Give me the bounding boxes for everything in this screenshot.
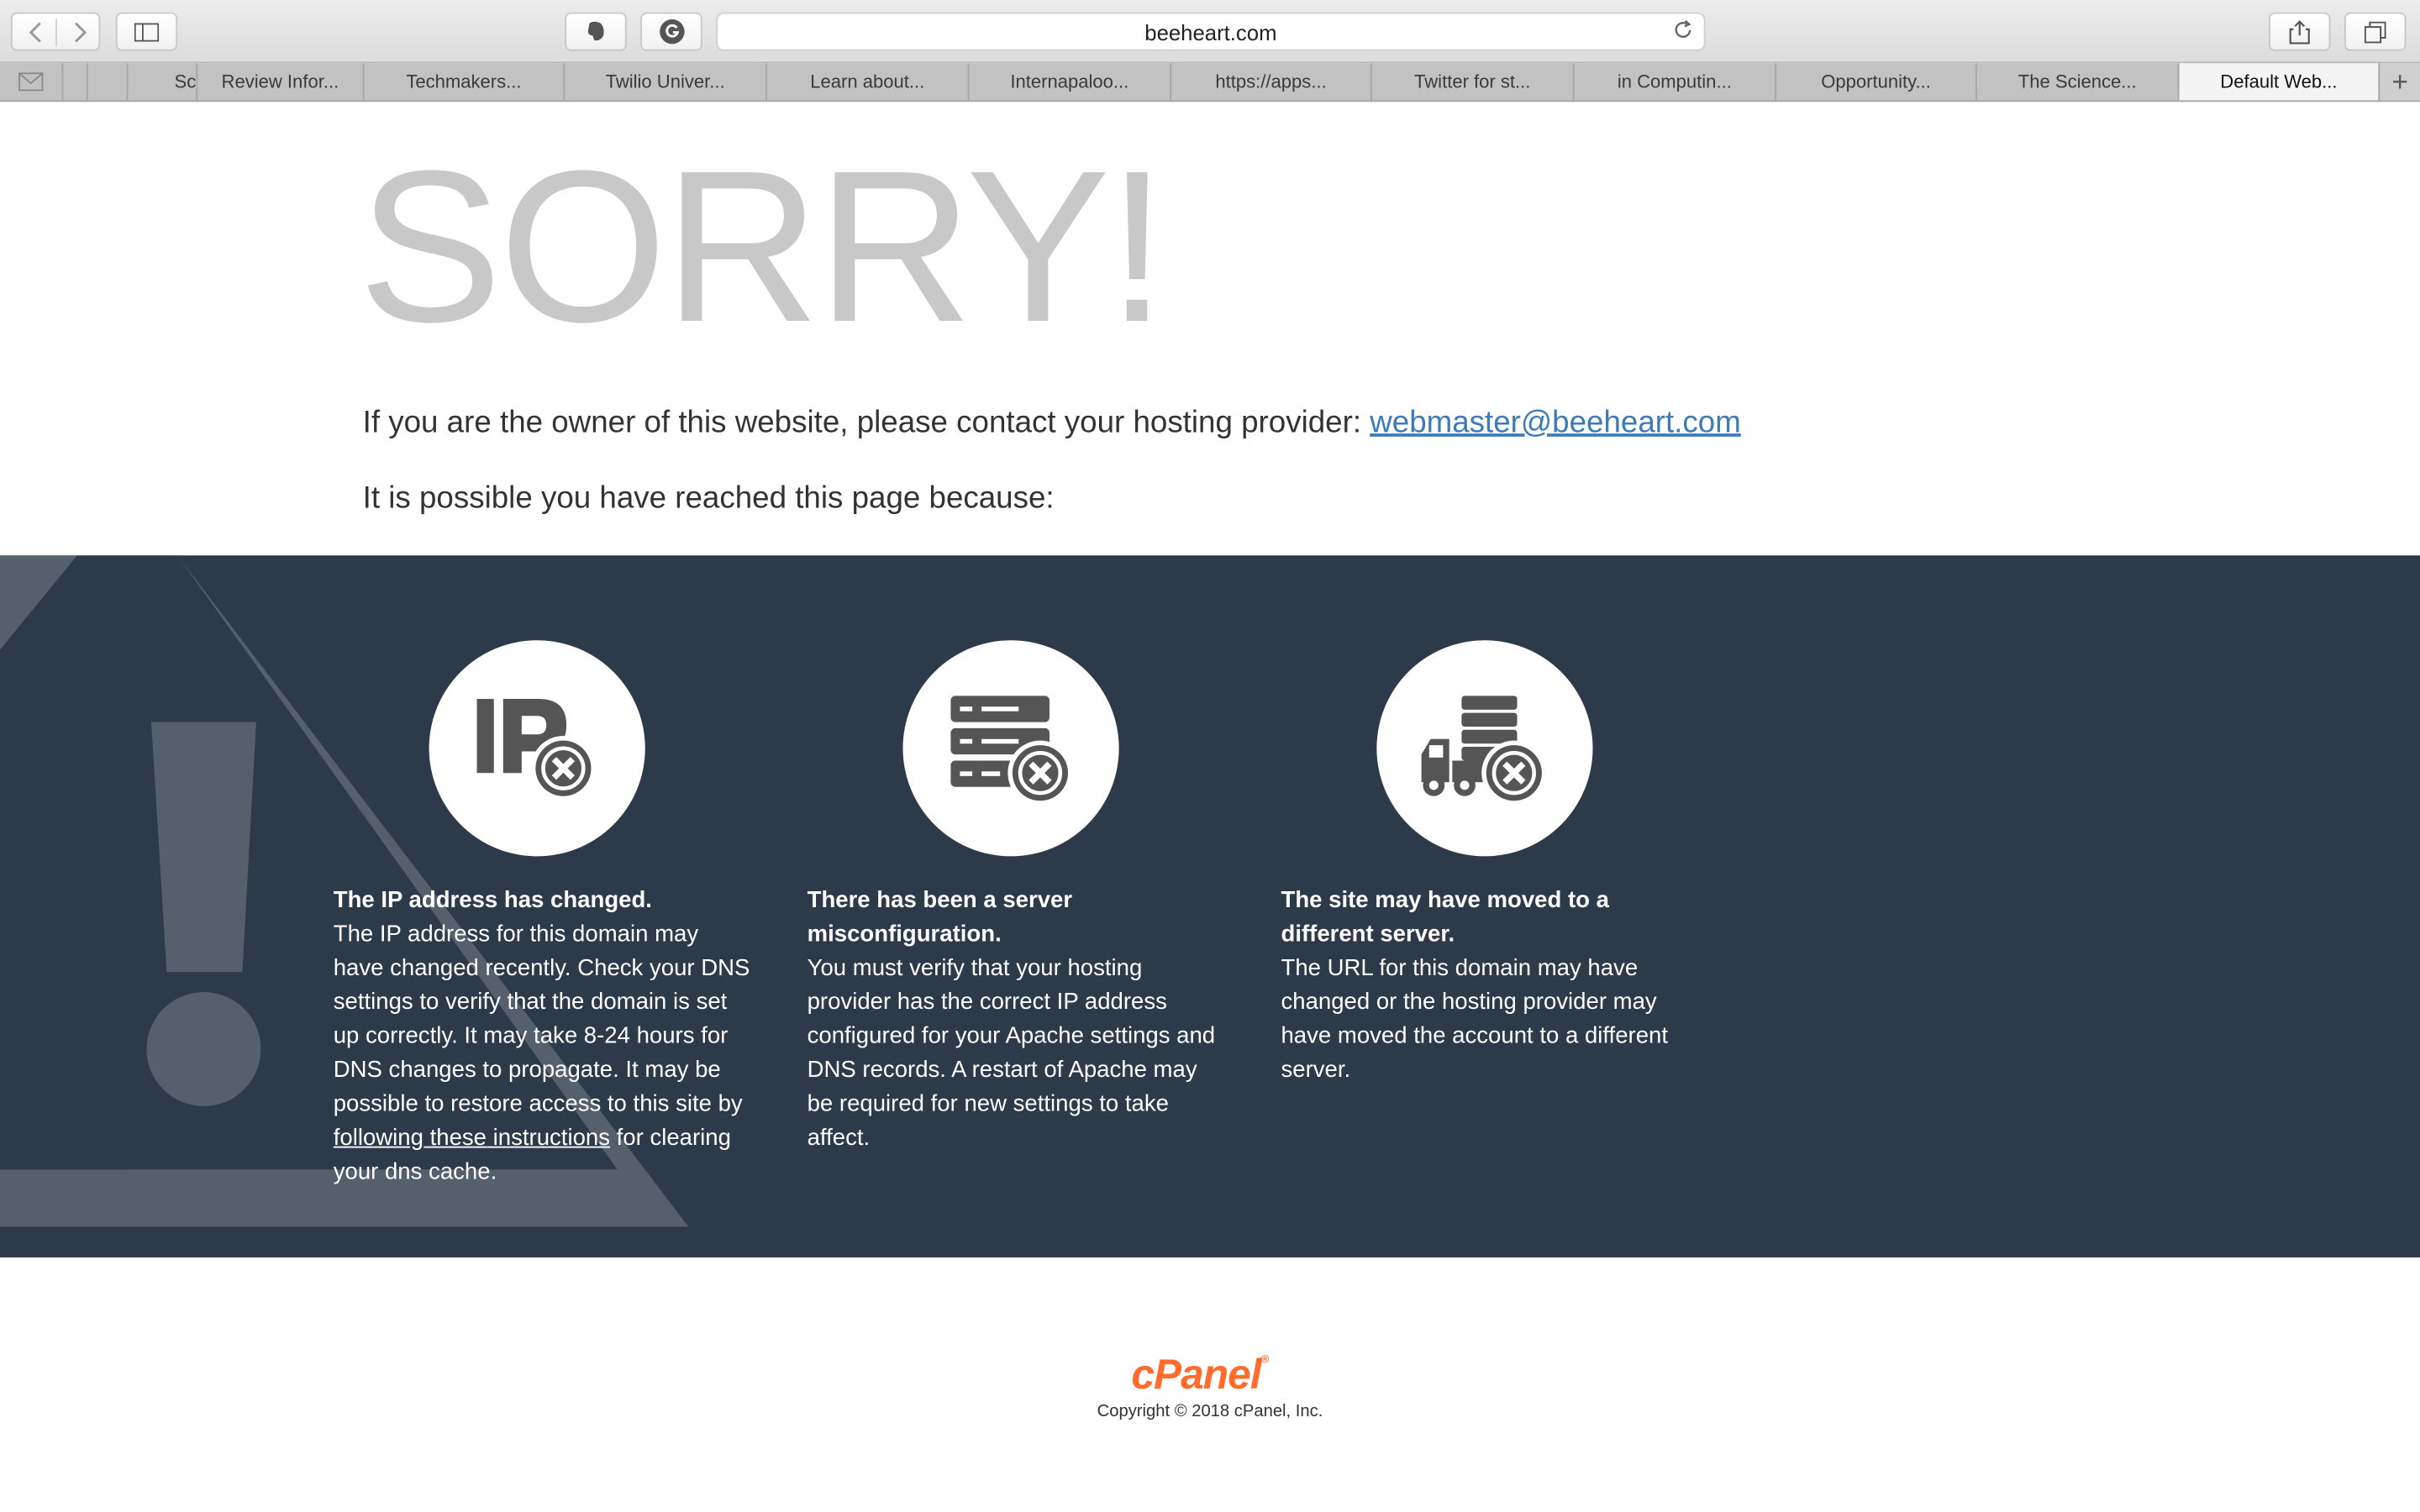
tab[interactable]: Twilio Univer...: [563, 63, 765, 101]
dns-cache-instructions-link[interactable]: following these instructions: [334, 1125, 610, 1151]
reason-title: There has been a server misconfiguration…: [807, 887, 1073, 948]
server-error-icon: [902, 640, 1119, 857]
tab-label: in Computin...: [1617, 71, 1732, 93]
tab-label: Default Web...: [2220, 71, 2338, 93]
tab-label: Opportunity...: [1821, 71, 1931, 93]
tab-label: Learn about...: [810, 71, 925, 93]
reason-body: You must verify that your hosting provid…: [807, 954, 1216, 1152]
ip-error-icon: [429, 640, 645, 857]
webmaster-email-link[interactable]: webmaster@beeheart.com: [1370, 406, 1741, 439]
reason-body: The URL for this domain may have changed…: [1281, 954, 1669, 1084]
reason-moved-server: The site may have moved to a different s…: [1281, 640, 1697, 1088]
share-button[interactable]: [2268, 12, 2331, 51]
reason-ip-changed: The IP address has changed. The IP addre…: [334, 640, 750, 1189]
moved-server-icon: [1376, 640, 1593, 857]
tab-label: Review Infor...: [221, 71, 339, 93]
tab-bar: Sc Review Infor... Techmakers... Twilio …: [0, 63, 2420, 102]
reason-title: The site may have moved to a different s…: [1281, 887, 1609, 948]
page-headline: SORRY!: [358, 124, 1167, 368]
chevron-right-icon: [74, 21, 87, 42]
tab[interactable]: Techmakers...: [362, 63, 564, 101]
cpanel-logo[interactable]: cPanel®: [1131, 1352, 1269, 1399]
tab-active[interactable]: Default Web...: [2177, 63, 2379, 101]
reason-body: The IP address for this domain may have …: [333, 921, 750, 1185]
copyright-text: Copyright © 2018 cPanel, Inc.: [1097, 1402, 1323, 1421]
reload-button[interactable]: [1671, 18, 1695, 46]
tab-pinned-mail[interactable]: [0, 63, 61, 100]
tab-overview-button[interactable]: [2344, 12, 2407, 51]
tab-label: Twitter for st...: [1414, 71, 1531, 93]
reasons-panel: The IP address has changed. The IP addre…: [0, 555, 2420, 1257]
owner-message: If you are the owner of this website, pl…: [363, 406, 1741, 441]
new-tab-button[interactable]: +: [2378, 63, 2420, 101]
tab-label: Techmakers...: [406, 71, 522, 93]
back-button[interactable]: [13, 14, 57, 50]
tab[interactable]: Sc: [126, 63, 197, 101]
share-icon: [2289, 19, 2310, 44]
reason-title: The IP address has changed.: [333, 887, 652, 914]
tab[interactable]: Internapaloo...: [967, 63, 1171, 101]
tab[interactable]: Twitter for st...: [1370, 63, 1573, 101]
tab[interactable]: Opportunity...: [1775, 63, 1975, 101]
sidebar-button[interactable]: [115, 12, 178, 51]
tab-label: Internapaloo...: [1010, 71, 1129, 93]
reload-icon: [1675, 19, 1691, 38]
elephant-icon: [587, 21, 604, 41]
plus-icon: +: [2391, 66, 2408, 97]
tab-label: Sc: [174, 71, 197, 93]
mail-icon: [18, 72, 44, 92]
tab[interactable]: The Science...: [1975, 63, 2178, 101]
reasons-intro: It is possible you have reached this pag…: [362, 481, 1055, 516]
url-text: beeheart.com: [1144, 18, 1277, 45]
grammarly-extension-button[interactable]: [640, 12, 702, 51]
browser-toolbar: beeheart.com: [0, 0, 2420, 64]
evernote-extension-button[interactable]: [565, 12, 627, 51]
chevron-left-icon: [28, 21, 40, 42]
address-bar[interactable]: beeheart.com: [716, 12, 1706, 51]
navigation-buttons: [10, 12, 102, 51]
tab-pinned[interactable]: [61, 63, 86, 101]
owner-text: If you are the owner of this website, pl…: [362, 406, 1370, 440]
tab[interactable]: https://apps...: [1170, 63, 1370, 101]
registered-mark: ®: [1260, 1354, 1269, 1366]
browser-window: beeheart.com Sc Review Infor... Techmake…: [0, 0, 2420, 1512]
reason-server-misconfiguration: There has been a server misconfiguration…: [808, 640, 1224, 1155]
tabs-icon: [2364, 20, 2386, 43]
grammarly-icon: [659, 18, 684, 45]
forward-button[interactable]: [57, 14, 102, 50]
tab-label: Twilio Univer...: [605, 71, 725, 93]
tab-pinned[interactable]: [86, 63, 127, 101]
tab-label: The Science...: [2018, 71, 2137, 93]
sidebar-icon: [134, 22, 160, 41]
tab[interactable]: Review Infor...: [196, 63, 362, 101]
tab[interactable]: in Computin...: [1572, 63, 1776, 101]
tab-label: https://apps...: [1215, 71, 1327, 93]
tab[interactable]: Learn about...: [765, 63, 968, 101]
